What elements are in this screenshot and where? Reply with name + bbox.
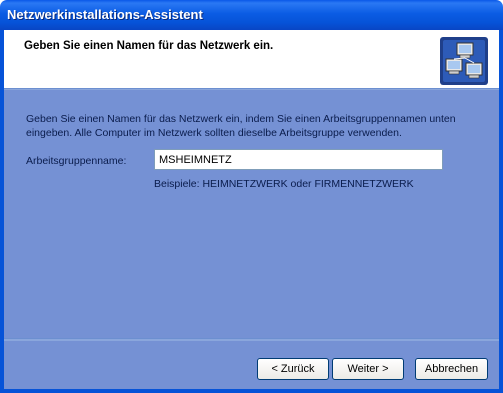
cancel-button[interactable]: Abbrechen	[415, 358, 488, 380]
workgroup-name-input[interactable]	[154, 149, 443, 170]
workgroup-label: Arbeitsgruppenname:	[26, 155, 127, 167]
workgroup-hint: Beispiele: HEIMNETZWERK oder FIRMENNETZW…	[154, 178, 414, 190]
network-computers-icon	[440, 37, 488, 85]
description-text: Geben Sie einen Namen für das Netzwerk e…	[26, 112, 466, 140]
footer-separator	[4, 338, 499, 341]
wizard-window: Netzwerkinstallations-Assistent Geben Si…	[0, 0, 503, 393]
next-button[interactable]: Weiter >	[332, 358, 404, 380]
window-frame-bottom	[0, 389, 503, 393]
wizard-body: Geben Sie einen Namen für das Netzwerk e…	[4, 90, 499, 389]
page-title: Geben Sie einen Namen für das Netzwerk e…	[24, 40, 274, 52]
back-button[interactable]: < Zurück	[257, 358, 329, 380]
window-title: Netzwerkinstallations-Assistent	[7, 7, 203, 22]
wizard-header: Geben Sie einen Namen für das Netzwerk e…	[4, 30, 499, 88]
description-line-2: eingeben. Alle Computer im Netzwerk soll…	[26, 127, 402, 139]
window-frame-right	[499, 30, 503, 393]
description-line-1: Geben Sie einen Namen für das Netzwerk e…	[26, 113, 456, 125]
title-bar[interactable]: Netzwerkinstallations-Assistent	[0, 0, 503, 30]
